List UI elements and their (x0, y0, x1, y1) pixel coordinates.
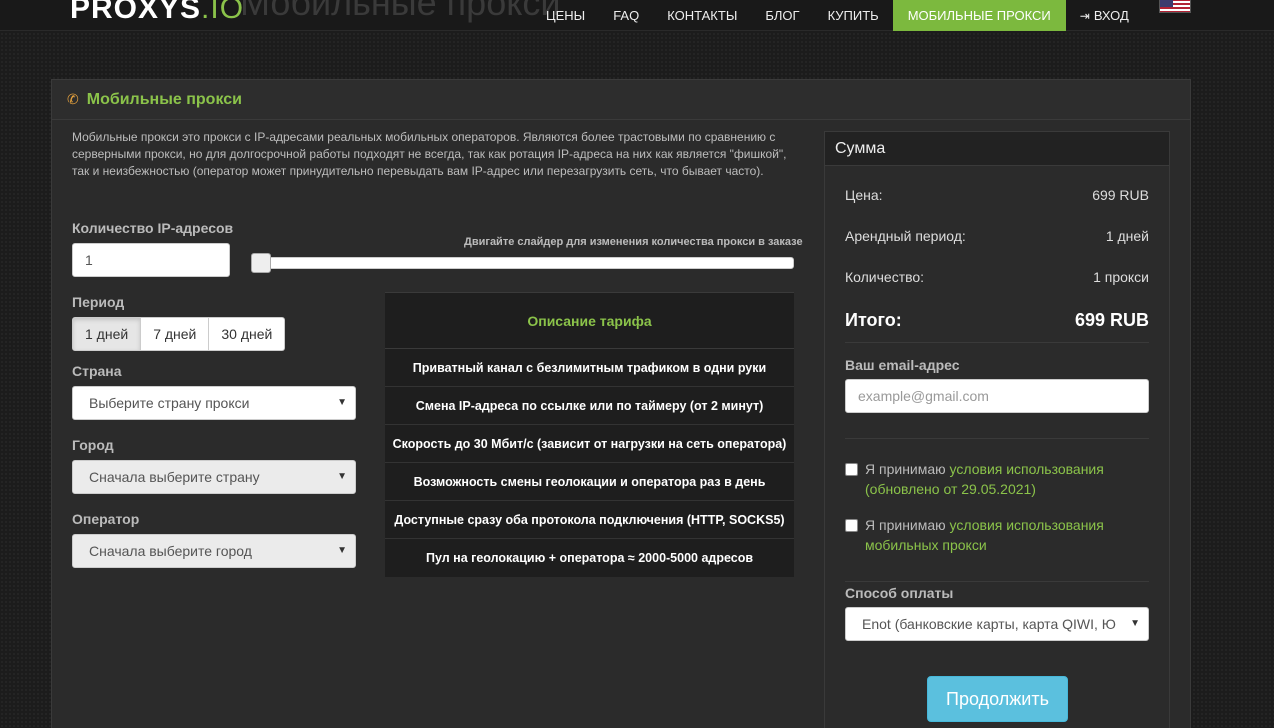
login-icon: ⇥ (1079, 8, 1090, 23)
main-nav: ЦЕНЫ FAQ КОНТАКТЫ БЛОГ КУПИТЬ МОБИЛЬНЫЕ … (532, 0, 1143, 31)
tariff-row: Доступные сразу оба протокола подключени… (385, 501, 794, 539)
country-select-value: Выберите страну прокси (89, 395, 250, 411)
email-label: Ваш email-адрес (845, 357, 960, 373)
mobile-terms-checkbox[interactable] (845, 519, 858, 532)
chevron-down-icon: ▼ (337, 545, 347, 556)
tariff-row: Приватный канал с безлимитным трафиком в… (385, 349, 794, 387)
period-7-days-button[interactable]: 7 дней (141, 317, 210, 351)
total-label: Итого: (845, 310, 902, 330)
payment-method-value: Enot (банковские карты, карта QIWI, Ю (862, 616, 1116, 632)
divider (845, 342, 1149, 343)
nav-prices[interactable]: ЦЕНЫ (532, 0, 599, 31)
quantity-input[interactable]: 1 (72, 243, 230, 277)
quantity-slider-handle[interactable] (251, 253, 271, 273)
operator-select-value: Сначала выберите город (89, 543, 252, 559)
rental-period-label: Арендный период: (845, 228, 966, 244)
payment-label: Способ оплаты (845, 585, 954, 601)
continue-button[interactable]: Продолжить (927, 676, 1068, 722)
phone-icon: ✆ (67, 91, 79, 107)
divider (845, 438, 1149, 439)
mobile-terms-prefix: Я принимаю (865, 517, 946, 533)
chevron-down-icon: ▼ (337, 397, 347, 408)
description-text: Мобильные прокси это прокси с IP-адресам… (72, 130, 787, 178)
quantity-label: Количество IP-адресов (72, 220, 234, 236)
tariff-row: Скорость до 30 Мбит/с (зависит от нагруз… (385, 425, 794, 463)
tariff-row: Смена IP-адреса по ссылке или по таймеру… (385, 387, 794, 425)
mobile-terms-text: Я принимаю условия использования мобильн… (865, 515, 1149, 555)
slider-hint: Двигайте слайдер для изменения количеств… (464, 236, 803, 248)
terms-checkbox-row: Я принимаю условия использования (обновл… (845, 459, 1149, 499)
divider (845, 581, 1149, 582)
summary-title: Сумма (825, 132, 1169, 166)
panel-header: ✆ Мобильные прокси (52, 80, 1190, 120)
chevron-down-icon: ▼ (1126, 618, 1140, 629)
rental-period-value: 1 дней (1105, 228, 1149, 244)
period-30-days-button[interactable]: 30 дней (209, 317, 286, 351)
order-panel: ✆ Мобильные прокси Мобильные прокси это … (51, 79, 1191, 728)
chevron-down-icon: ▼ (337, 471, 347, 482)
tariff-row: Возможность смены геолокации и оператора… (385, 463, 794, 501)
period-row: Арендный период: 1 дней (845, 228, 1149, 244)
operator-label: Оператор (72, 511, 140, 527)
price-label: Цена: (845, 187, 883, 203)
tariff-table: Описание тарифа Приватный канал с безлим… (385, 292, 794, 577)
period-1-day-button[interactable]: 1 дней (72, 317, 142, 351)
nav-faq[interactable]: FAQ (599, 0, 653, 31)
site-logo[interactable]: PROXYS.IO (70, 0, 244, 26)
nav-blog[interactable]: БЛОГ (751, 0, 813, 31)
country-label: Страна (72, 363, 122, 379)
mobile-terms-checkbox-row: Я принимаю условия использования мобильн… (845, 515, 1149, 555)
logo-suffix: .IO (201, 0, 245, 25)
nav-login-label: ВХОД (1093, 8, 1129, 23)
page-heading-ghost: Мобильные прокси (240, 0, 561, 23)
logo-text: PROXYS (70, 0, 202, 25)
period-label: Период (72, 294, 125, 310)
nav-contacts[interactable]: КОНТАКТЫ (653, 0, 751, 31)
tariff-heading: Описание тарифа (385, 292, 794, 349)
top-navbar: Мобильные прокси PROXYS.IO ЦЕНЫ FAQ КОНТ… (0, 0, 1274, 31)
us-flag-icon[interactable] (1159, 0, 1191, 13)
price-row: Цена: 699 RUB (845, 187, 1149, 203)
quantity-row: Количество: 1 прокси (845, 269, 1149, 285)
nav-buy[interactable]: КУПИТЬ (814, 0, 893, 31)
order-summary: Сумма Цена: 699 RUB Арендный период: 1 д… (824, 131, 1170, 728)
payment-method-select[interactable]: Enot (банковские карты, карта QIWI, Ю ▼ (845, 607, 1149, 641)
operator-select[interactable]: Сначала выберите город ▼ (72, 534, 356, 568)
total-row: Итого: 699 RUB (845, 310, 1149, 331)
terms-prefix: Я принимаю (865, 461, 946, 477)
nav-login[interactable]: ⇥ ВХОД (1066, 0, 1143, 31)
price-value: 699 RUB (1092, 187, 1149, 203)
city-label: Город (72, 437, 114, 453)
summary-quantity-label: Количество: (845, 269, 925, 285)
quantity-slider-track[interactable] (252, 257, 794, 269)
city-select[interactable]: Сначала выберите страну ▼ (72, 460, 356, 494)
summary-quantity-value: 1 прокси (1093, 269, 1149, 285)
country-select[interactable]: Выберите страну прокси ▼ (72, 386, 356, 420)
email-input[interactable]: example@gmail.com (845, 379, 1149, 413)
terms-checkbox[interactable] (845, 463, 858, 476)
total-value: 699 RUB (1074, 310, 1149, 330)
tariff-row: Пул на геолокацию + оператора ≈ 2000-500… (425, 551, 754, 565)
nav-mobile-proxies[interactable]: МОБИЛЬНЫЕ ПРОКСИ (892, 0, 1066, 31)
panel-title: Мобильные прокси (86, 90, 242, 108)
period-selector: 1 дней 7 дней 30 дней (72, 317, 286, 351)
terms-text: Я принимаю условия использования (обновл… (865, 459, 1149, 499)
city-select-value: Сначала выберите страну (89, 469, 260, 485)
